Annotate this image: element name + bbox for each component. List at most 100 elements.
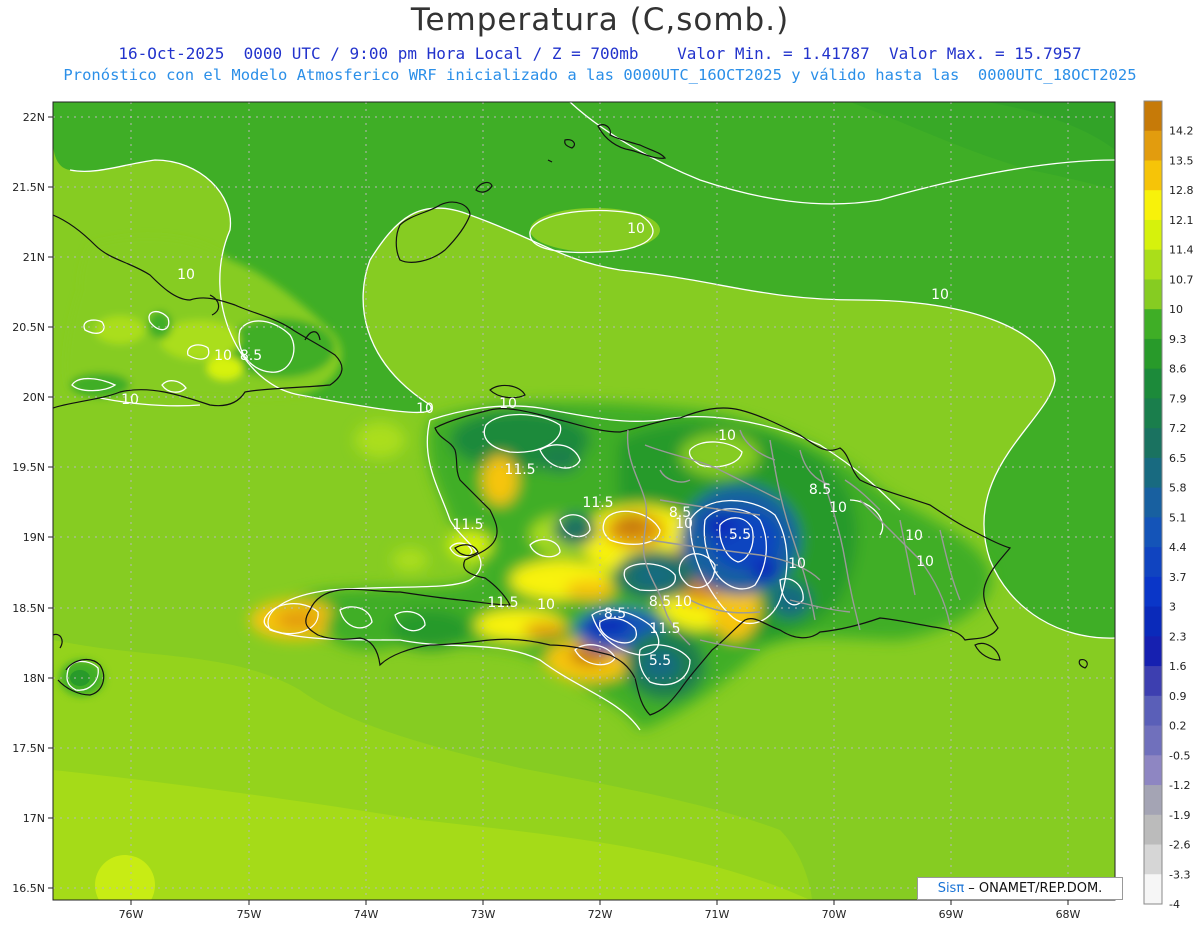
colorbar-label: 12.8 — [1169, 184, 1194, 197]
colorbar-swatch — [1144, 755, 1162, 786]
colorbar-label: 1.6 — [1169, 660, 1187, 673]
lon-label: 75W — [237, 908, 262, 921]
credit-text: – ONAMET/REP.DOM. — [964, 881, 1103, 896]
colorbar-label: -2.6 — [1169, 839, 1190, 852]
contour-label: 11.5 — [504, 462, 535, 478]
contour-label: 10 — [627, 221, 645, 237]
colorbar-label: 0.9 — [1169, 690, 1187, 703]
colorbar-label: 2.3 — [1169, 630, 1187, 643]
lon-label: 72W — [588, 908, 613, 921]
colorbar-label: -1.9 — [1169, 809, 1190, 822]
contour-label: 10 — [829, 500, 847, 516]
temperature-map: 22N 21.5N 21N 20.5N 20N 19.5N 19N 18.5N … — [12, 100, 1194, 921]
contour-label: 8.5 — [240, 348, 262, 364]
colorbar-label: -0.5 — [1169, 749, 1190, 762]
contour-label: 10 — [718, 428, 736, 444]
colorbar-swatch — [1144, 428, 1162, 459]
contour-label: 10 — [905, 528, 923, 544]
colorbar-swatch — [1144, 398, 1162, 429]
colorbar-label: 3.7 — [1169, 571, 1187, 584]
lat-label: 17N — [23, 812, 45, 825]
colorbar-swatch — [1144, 101, 1162, 132]
colorbar-label: 11.4 — [1169, 244, 1194, 257]
lon-label: 70W — [822, 908, 847, 921]
lat-label: 19N — [23, 531, 45, 544]
colorbar-swatch — [1144, 219, 1162, 251]
colorbar-label: 0.2 — [1169, 720, 1187, 733]
colorbar-swatch — [1144, 547, 1162, 578]
colorbar-swatch — [1144, 666, 1162, 697]
colorbar-swatch — [1144, 130, 1162, 161]
colorbar-label: -4 — [1169, 898, 1180, 911]
lat-label: 20N — [23, 391, 45, 404]
colorbar-label: 3 — [1169, 601, 1176, 614]
colorbar-swatch — [1144, 249, 1162, 280]
contour-label: 11.5 — [649, 621, 680, 637]
sispi-logo-text: Sisπ — [937, 881, 965, 896]
colorbar-swatch — [1144, 576, 1162, 608]
contour-label: 10 — [537, 597, 555, 613]
contour-label: 10 — [214, 348, 232, 364]
colorbar-swatch — [1144, 636, 1162, 667]
lat-label: 17.5N — [12, 742, 45, 755]
colorbar: 14.2 13.5 12.8 12.1 11.4 10.7 10 9.3 8.6 7.9 7.2 6.… — [1143, 100, 1194, 911]
contour-label: 10 — [674, 594, 692, 610]
credit-box: Sisπ – ONAMET/REP.DOM. — [917, 877, 1123, 900]
lat-label: 20.5N — [12, 321, 45, 334]
lat-label: 21N — [23, 251, 45, 264]
colorbar-label: -3.3 — [1169, 868, 1190, 881]
colorbar-label: -1.2 — [1169, 779, 1190, 792]
contour-label: 10 — [416, 401, 434, 417]
lat-label: 22N — [23, 111, 45, 124]
contour-label: 11.5 — [487, 595, 518, 611]
contour-label: 11.5 — [582, 495, 613, 511]
latitude-labels: 22N 21.5N 21N 20.5N 20N 19.5N 19N 18.5N … — [12, 111, 45, 895]
colorbar-label: 6.5 — [1169, 452, 1187, 465]
lon-label: 73W — [471, 908, 496, 921]
contour-label: 11.5 — [452, 517, 483, 533]
colorbar-swatch — [1144, 279, 1162, 310]
colorbar-swatch — [1144, 309, 1162, 340]
lon-label: 68W — [1056, 908, 1081, 921]
colorbar-label: 14.2 — [1169, 125, 1194, 138]
colorbar-label: 7.2 — [1169, 422, 1187, 435]
lat-label: 16.5N — [12, 882, 45, 895]
colorbar-label: 7.9 — [1169, 392, 1187, 405]
contour-label: 10 — [916, 554, 934, 570]
contour-label: 8.5 — [809, 482, 831, 498]
lon-label: 71W — [705, 908, 730, 921]
colorbar-swatch — [1144, 874, 1162, 905]
colorbar-swatch — [1144, 487, 1162, 518]
contour-label: 8.5 — [649, 594, 671, 610]
colorbar-swatch — [1144, 814, 1162, 846]
colorbar-swatch — [1144, 785, 1162, 816]
colorbar-label: 5.8 — [1169, 482, 1187, 495]
lat-label: 21.5N — [12, 181, 45, 194]
lon-label: 69W — [939, 908, 964, 921]
colorbar-swatch — [1144, 606, 1162, 637]
colorbar-swatch — [1144, 338, 1162, 370]
colorbar-swatch — [1144, 695, 1162, 727]
contour-label: 8.5 — [604, 606, 626, 622]
colorbar-label: 4.4 — [1169, 541, 1187, 554]
colorbar-label: 9.3 — [1169, 333, 1187, 346]
colorbar-swatch — [1144, 725, 1162, 756]
colorbar-label: 5.1 — [1169, 511, 1187, 524]
lon-label: 74W — [354, 908, 379, 921]
colorbar-swatch — [1144, 517, 1162, 548]
colorbar-swatch — [1144, 844, 1162, 875]
lon-label: 76W — [119, 908, 144, 921]
colorbar-swatch — [1144, 160, 1162, 191]
contour-label: 5.5 — [729, 527, 751, 543]
colorbar-label: 8.6 — [1169, 363, 1187, 376]
contour-label: 10 — [931, 287, 949, 303]
contour-label: 10 — [177, 267, 195, 283]
colorbar-label: 10.7 — [1169, 273, 1194, 286]
contour-label: 5.5 — [649, 653, 671, 669]
contour-label: 10 — [121, 392, 139, 408]
contour-label: 10 — [788, 556, 806, 572]
colorbar-label: 13.5 — [1169, 154, 1194, 167]
longitude-labels: 76W 75W 74W 73W 72W 71W 70W 69W 68W — [119, 908, 1081, 921]
colorbar-swatch — [1144, 457, 1162, 489]
lat-label: 18.5N — [12, 602, 45, 615]
